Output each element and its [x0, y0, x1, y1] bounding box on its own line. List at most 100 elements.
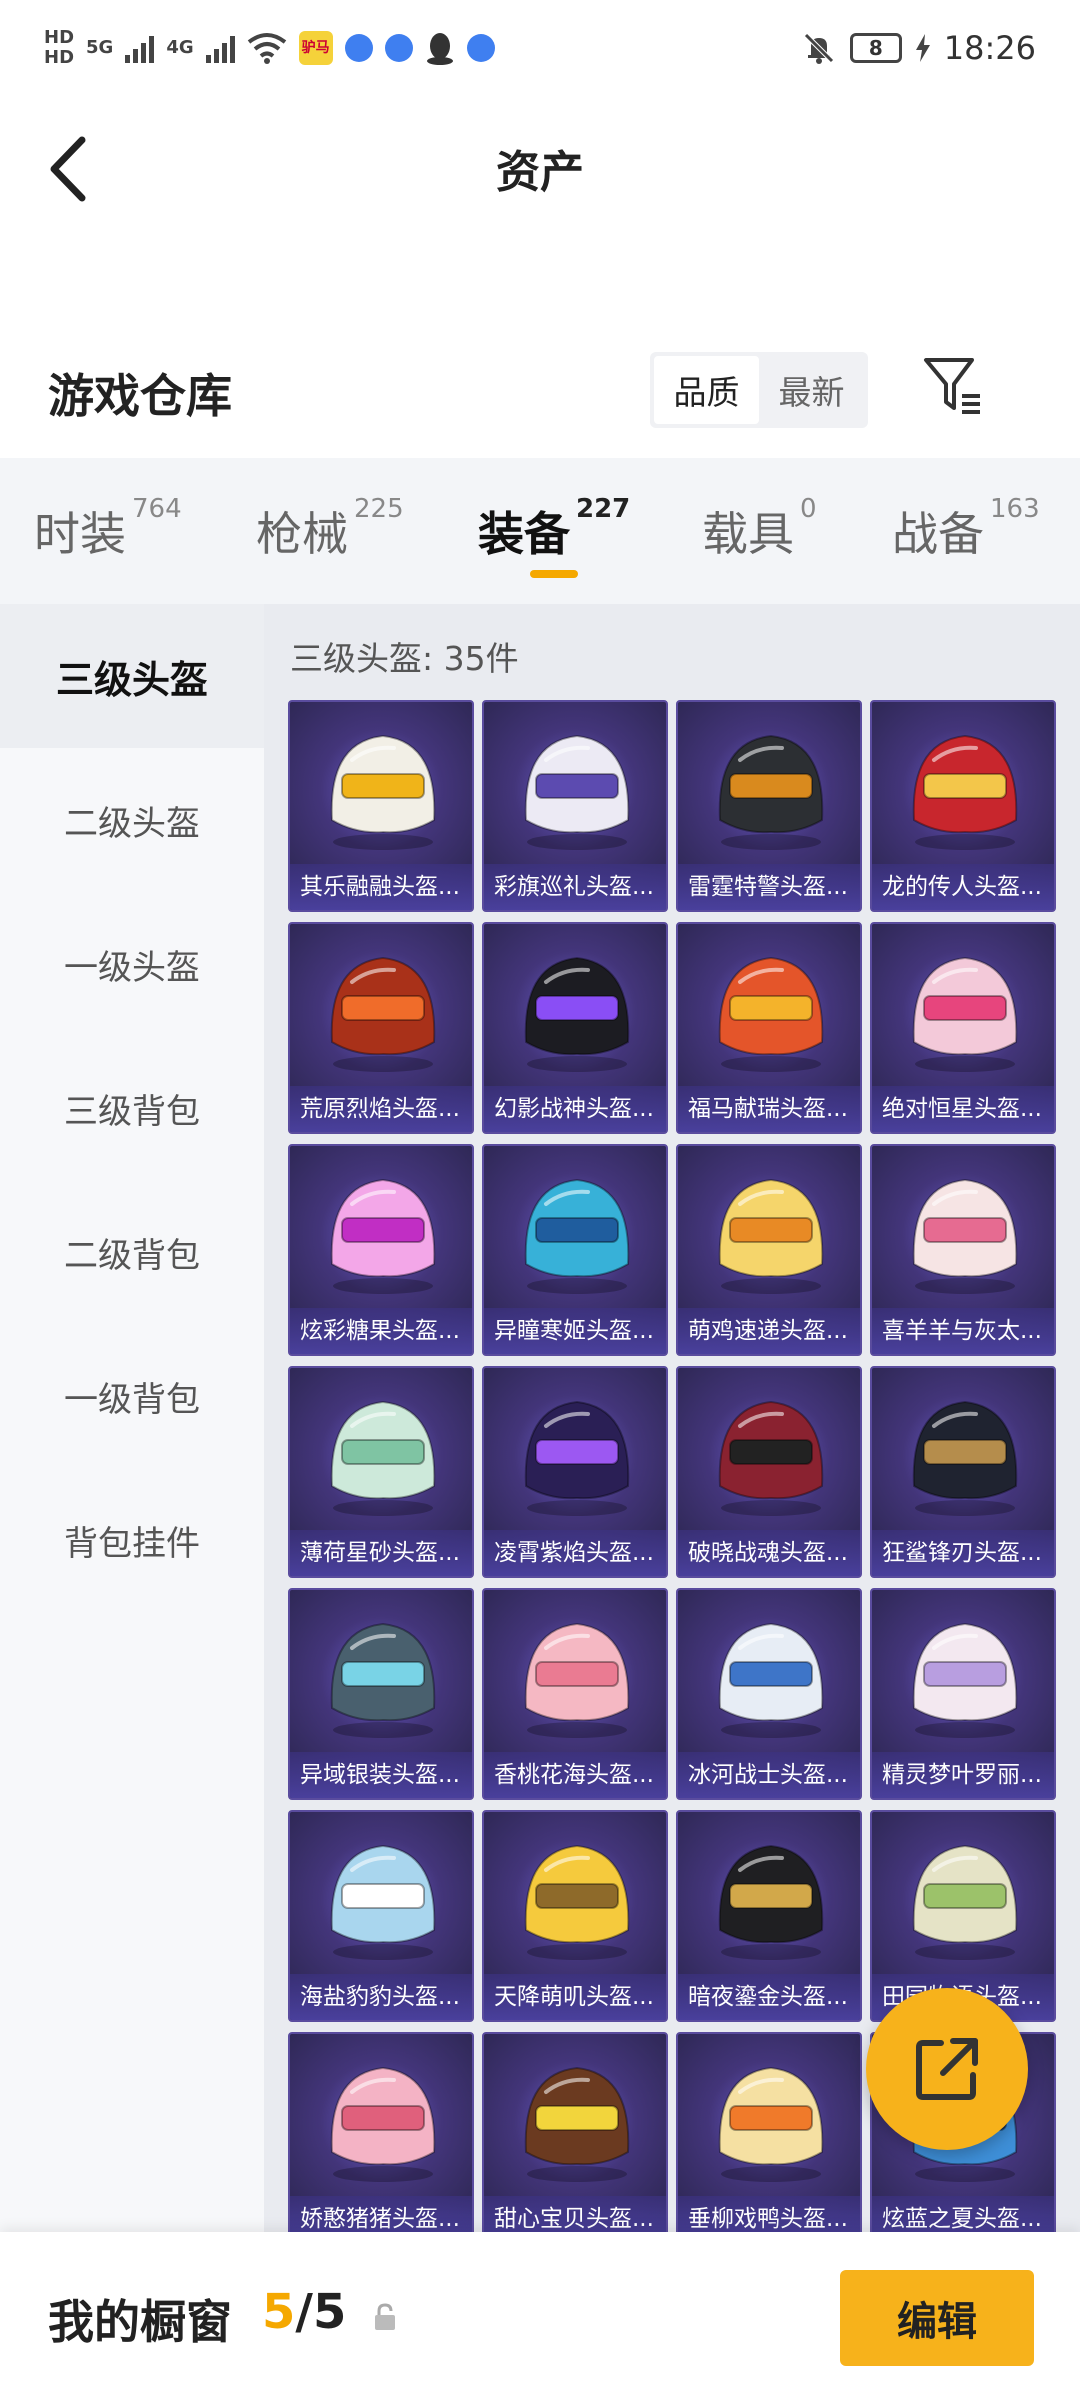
bottom-bar: 我的橱窗 5/5 编辑 — [0, 2232, 1080, 2400]
helmet-image — [524, 1400, 630, 1516]
helmet-item-card[interactable]: 破晓战魂头盔... — [676, 1366, 862, 1578]
helmet-image — [330, 734, 436, 850]
helmet-item-name: 异域银装头盔... — [290, 1752, 472, 1798]
browser-notification-icon — [344, 34, 373, 62]
helmet-item-name: 海盐豹豹头盔... — [290, 1974, 472, 2020]
sidebar-item-level2-backpack[interactable]: 二级背包 — [0, 1180, 264, 1324]
helmet-item-card[interactable]: 福马献瑞头盔... — [676, 922, 862, 1134]
share-button[interactable] — [866, 1988, 1028, 2150]
item-count-header: 三级头盔: 35件 — [290, 639, 519, 678]
sidebar-item-level1-helmet[interactable]: 一级头盔 — [0, 892, 264, 1036]
helmet-item-name: 彩旗巡礼头盔... — [484, 864, 666, 910]
sidebar-item-level3-backpack[interactable]: 三级背包 — [0, 1036, 264, 1180]
sidebar-item-level1-backpack[interactable]: 一级背包 — [0, 1324, 264, 1468]
helmet-item-name: 暗夜鎏金头盔... — [678, 1974, 860, 2020]
helmet-item-card[interactable]: 炫彩糖果头盔... — [288, 1144, 474, 1356]
tab-weapons[interactable]: 枪械 225 — [256, 494, 404, 564]
helmet-image — [524, 1622, 630, 1738]
helmet-item-card[interactable]: 天降萌叽头盔... — [482, 1810, 668, 2022]
helmet-item-card[interactable]: 异瞳寒姬头盔... — [482, 1144, 668, 1356]
sidebar-item-level2-helmet[interactable]: 二级头盔 — [0, 748, 264, 892]
helmet-item-card[interactable]: 娇憨猪猪头盔... — [288, 2032, 474, 2232]
helmet-image — [912, 1178, 1018, 1294]
helmet-item-name: 狂鲨锋刃头盔... — [872, 1530, 1054, 1576]
showcase-count-separator: / — [295, 2284, 313, 2340]
tab-vehicles[interactable]: 载具 0 — [702, 494, 817, 564]
helmet-item-card[interactable]: 暗夜鎏金头盔... — [676, 1810, 862, 2022]
hd-indicator: HD HD — [44, 29, 74, 67]
helmet-item-card[interactable]: 喜羊羊与灰太... — [870, 1144, 1056, 1356]
helmet-item-card[interactable]: 狂鲨锋刃头盔... — [870, 1366, 1056, 1578]
charging-icon — [915, 34, 930, 62]
helmet-image — [330, 1622, 436, 1738]
sort-option-quality[interactable]: 品质 — [654, 356, 759, 424]
helmet-item-name: 香桃花海头盔... — [484, 1752, 666, 1798]
helmet-item-name: 精灵梦叶罗丽... — [872, 1752, 1054, 1798]
helmet-item-name: 荒原烈焰头盔... — [290, 1086, 472, 1132]
helmet-item-card[interactable]: 冰河战士头盔... — [676, 1588, 862, 1800]
tab-fashion[interactable]: 时装 764 — [34, 494, 182, 564]
helmet-image — [912, 956, 1018, 1072]
tab-equipment[interactable]: 装备 227 — [478, 494, 630, 564]
active-tab-indicator — [530, 570, 578, 578]
section-title: 游戏仓库 — [48, 369, 232, 423]
helmet-image — [524, 2066, 630, 2182]
helmet-image — [330, 1400, 436, 1516]
helmet-item-card[interactable]: 其乐融融头盔... — [288, 700, 474, 912]
hd-label-b: HD — [44, 47, 75, 68]
tab-label: 载具 — [702, 507, 794, 561]
helmet-item-name: 其乐融融头盔... — [290, 864, 472, 910]
helmet-item-card[interactable]: 凌霄紫焰头盔... — [482, 1366, 668, 1578]
edit-button[interactable]: 编辑 — [840, 2270, 1034, 2366]
helmet-item-name: 凌霄紫焰头盔... — [484, 1530, 666, 1576]
helmet-item-name: 异瞳寒姬头盔... — [484, 1308, 666, 1354]
helmet-item-card[interactable]: 雷霆特警头盔... — [676, 700, 862, 912]
helmet-item-name: 娇憨猪猪头盔... — [290, 2196, 472, 2232]
helmet-item-card[interactable]: 彩旗巡礼头盔... — [482, 700, 668, 912]
status-left: HD HD 5G 4G 驴马 — [44, 29, 495, 67]
tab-label: 装备 — [478, 507, 570, 561]
helmet-item-card[interactable]: 海盐豹豹头盔... — [288, 1810, 474, 2022]
tab-battle-gear[interactable]: 战备 163 — [892, 494, 1040, 564]
helmet-item-name: 萌鸡速递头盔... — [678, 1308, 860, 1354]
tab-count: 225 — [354, 494, 404, 524]
status-right: 8 18:26 — [802, 29, 1036, 67]
wifi-icon — [247, 33, 286, 64]
helmet-item-card[interactable]: 薄荷星砂头盔... — [288, 1366, 474, 1578]
sidebar-item-backpack-charm[interactable]: 背包挂件 — [0, 1468, 264, 1612]
helmet-item-name: 福马献瑞头盔... — [678, 1086, 860, 1132]
helmet-item-card[interactable]: 精灵梦叶罗丽... — [870, 1588, 1056, 1800]
sidebar-item-level3-helmet[interactable]: 三级头盔 — [0, 604, 264, 748]
helmet-item-card[interactable]: 龙的传人头盔... — [870, 700, 1056, 912]
helmet-image — [912, 1622, 1018, 1738]
helmet-item-name: 喜羊羊与灰太... — [872, 1308, 1054, 1354]
helmet-item-card[interactable]: 异域银装头盔... — [288, 1588, 474, 1800]
helmet-item-name: 垂柳戏鸭头盔... — [678, 2196, 860, 2232]
page-title: 资产 — [496, 147, 584, 198]
tab-count: 227 — [576, 494, 631, 524]
helmet-item-card[interactable]: 幻影战神头盔... — [482, 922, 668, 1134]
tab-count: 0 — [800, 494, 817, 524]
tab-label: 枪械 — [256, 507, 348, 561]
section-header: 游戏仓库 品质 最新 — [0, 338, 1080, 448]
helmet-item-card[interactable]: 香桃花海头盔... — [482, 1588, 668, 1800]
mute-bell-icon — [804, 33, 834, 64]
helmet-image — [718, 956, 824, 1072]
helmet-image — [718, 1400, 824, 1516]
helmet-item-name: 幻影战神头盔... — [484, 1086, 666, 1132]
app-notification-icon: 驴马 — [298, 31, 333, 65]
top-bar: 资产 — [0, 96, 1080, 246]
helmet-item-card[interactable]: 荒原烈焰头盔... — [288, 922, 474, 1134]
network-4g-label: 4G — [166, 37, 194, 58]
helmet-item-card[interactable]: 甜心宝贝头盔... — [482, 2032, 668, 2232]
category-tabs: 时装 764 枪械 225 装备 227 载具 0 战备 163 — [0, 458, 1080, 604]
sort-option-newest[interactable]: 最新 — [759, 356, 864, 424]
helmet-item-name: 炫蓝之夏头盔... — [872, 2196, 1054, 2232]
helmet-image — [524, 734, 630, 850]
helmet-image — [330, 956, 436, 1072]
helmet-item-card[interactable]: 绝对恒星头盔... — [870, 922, 1056, 1134]
helmet-item-card[interactable]: 萌鸡速递头盔... — [676, 1144, 862, 1356]
helmet-item-card[interactable]: 垂柳戏鸭头盔... — [676, 2032, 862, 2232]
lock-icon — [375, 2303, 395, 2330]
filter-icon[interactable] — [922, 354, 986, 418]
